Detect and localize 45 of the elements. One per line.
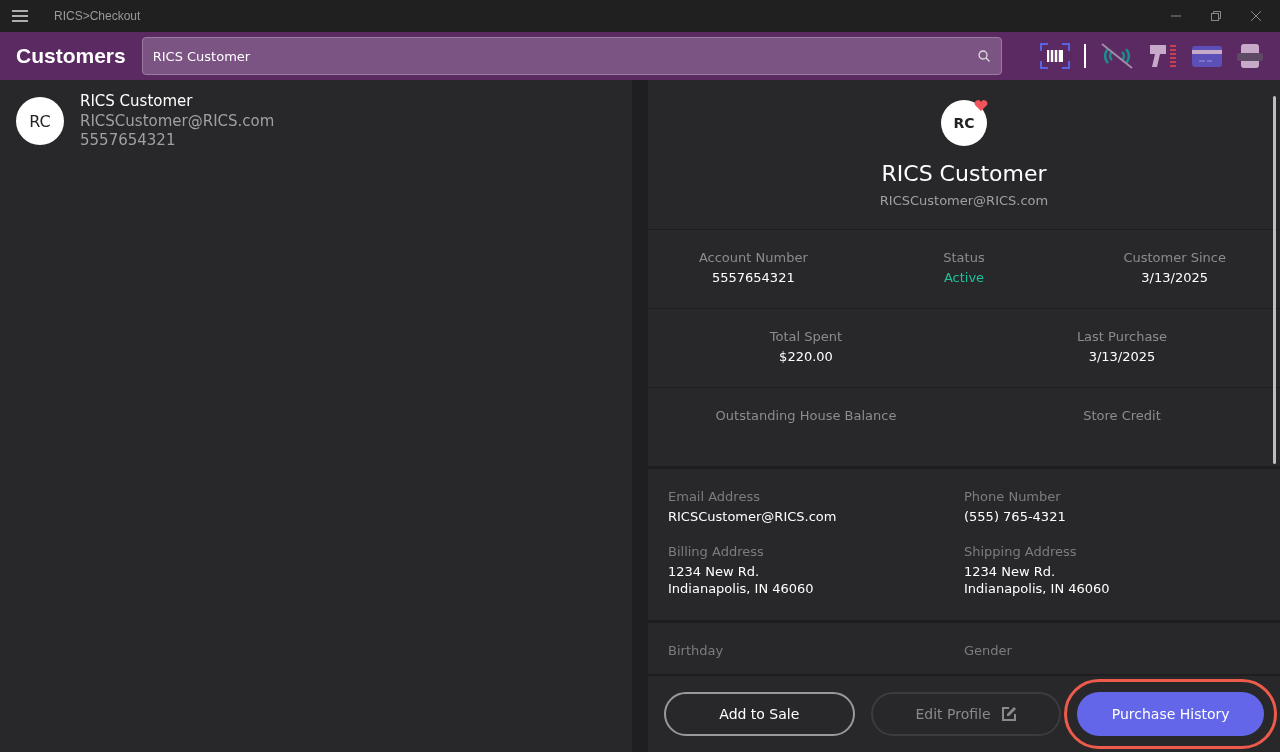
stat-label: Customer Since [1123,250,1226,268]
close-icon[interactable] [1250,10,1262,22]
printer-icon[interactable] [1236,43,1264,69]
customer-email: RICSCustomer@RICS.com [80,111,275,131]
field-label: Shipping Address [964,544,1078,562]
search-icon[interactable] [977,50,990,62]
stat-label: Last Purchase [1076,329,1168,347]
action-button[interactable]: Add to Sale [664,692,855,736]
stat-value: Active [943,270,985,288]
stat-value: 3/13/2025 [1141,270,1208,288]
scanner-icon[interactable] [1148,43,1178,69]
field-value: RICSCustomer@RICS.com [668,509,838,527]
stat-label: Total Spent [769,329,843,347]
search-field[interactable]: RICS Customer [141,37,1002,75]
page-title: Customers [16,44,126,68]
field-value: 1234 New Rd. Indianapolis, IN 46060 [964,564,1111,598]
profile-email: RICSCustomer@RICS.com [879,192,1049,210]
edit-icon [1000,706,1017,722]
divider-icon [1084,44,1086,68]
stat-label: Status [943,250,985,268]
menu-icon[interactable] [12,10,28,22]
stat-label: Store Credit [1083,408,1161,426]
avatar: RC [941,100,987,146]
stat-value: $220.00 [779,349,833,367]
field-label: Birthday [668,642,725,660]
scrollbar[interactable] [1273,96,1276,464]
signal-off-icon[interactable] [1100,43,1134,69]
customer-name: RICS Customer [80,92,194,112]
stat-label: Outstanding House Balance [715,408,897,426]
field-label: Email Address [668,489,761,507]
profile-name: RICS Customer [881,160,1047,188]
stat-label: Account Number [698,250,808,268]
field-label: Phone Number [964,489,1062,507]
field-value: 1234 New Rd. Indianapolis, IN 46060 [668,564,815,598]
field-value: (555) 765-4321 [964,509,1067,527]
window-title: RICS>Checkout [54,9,141,23]
barcode-icon[interactable] [1040,43,1070,69]
avatar: RC [16,97,64,146]
restore-icon[interactable] [1210,10,1222,22]
stat-value: 5557654321 [711,270,795,288]
field-label: Billing Address [668,544,765,562]
card-icon[interactable] [1192,44,1222,68]
stat-value: 3/13/2025 [1088,349,1156,367]
customer-phone: 5557654321 [80,131,177,151]
field-label: Gender [964,642,1013,660]
